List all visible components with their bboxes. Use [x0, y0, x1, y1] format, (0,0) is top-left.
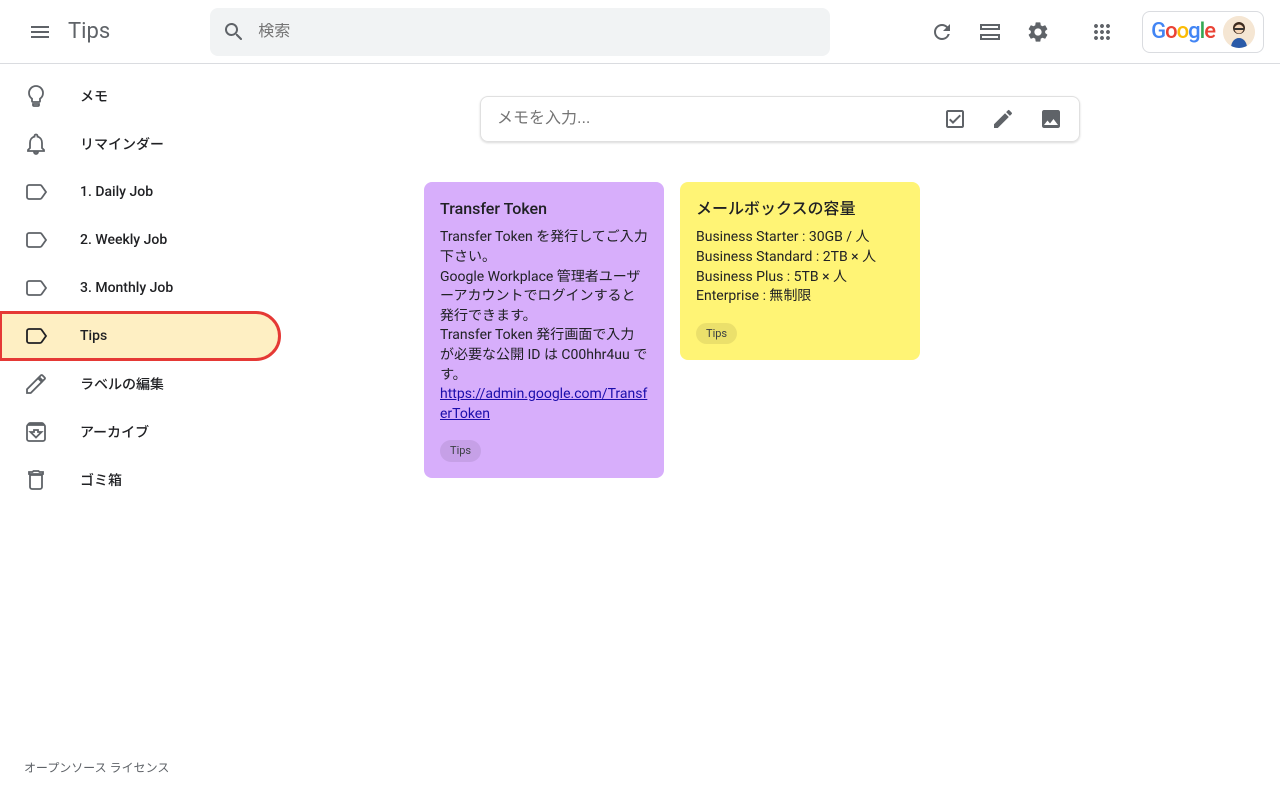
sidebar-item-daily-job[interactable]: 1. Daily Job [0, 168, 280, 216]
sidebar-label: 1. Daily Job [80, 184, 153, 200]
sidebar-label: アーカイブ [80, 422, 149, 442]
gear-icon [1026, 20, 1050, 44]
header: Tips Google [0, 0, 1280, 64]
search-icon [222, 20, 246, 44]
sidebar-item-archive[interactable]: アーカイブ [0, 408, 280, 456]
sidebar-footer: オープンソース ライセンス [0, 741, 280, 800]
new-image-icon[interactable] [1039, 107, 1063, 131]
sidebar: メモ リマインダー 1. Daily Job 2. Weekly Job 3. … [0, 64, 280, 800]
label-icon [24, 180, 48, 204]
hamburger-icon [28, 20, 52, 44]
sidebar-item-trash[interactable]: ゴミ箱 [0, 456, 280, 504]
search-input[interactable] [258, 23, 818, 41]
apps-grid-icon [1090, 20, 1114, 44]
sidebar-label: Tips [80, 328, 107, 344]
sidebar-item-tips[interactable]: Tips [0, 312, 280, 360]
refresh-icon [930, 20, 954, 44]
main: Transfer Token Transfer Token を発行してご入力下さ… [280, 64, 1280, 800]
lightbulb-icon [24, 84, 48, 108]
sidebar-item-edit-labels[interactable]: ラベルの編集 [0, 360, 280, 408]
app-title: Tips [68, 19, 110, 44]
apps-button[interactable] [1082, 12, 1122, 52]
note-input[interactable] [497, 110, 943, 128]
avatar[interactable] [1223, 16, 1255, 48]
bell-icon [24, 132, 48, 156]
sidebar-label: 2. Weekly Job [80, 232, 167, 248]
settings-button[interactable] [1018, 12, 1058, 52]
sidebar-label: ラベルの編集 [80, 374, 164, 394]
sidebar-item-monthly-job[interactable]: 3. Monthly Job [0, 264, 280, 312]
note-title: メールボックスの容量 [696, 198, 904, 220]
google-logo: Google [1151, 19, 1215, 44]
sidebar-label: 3. Monthly Job [80, 280, 173, 296]
note-body: Business Starter : 30GB / 人 Business Sta… [696, 228, 904, 306]
sidebar-label: ゴミ箱 [80, 470, 122, 490]
new-drawing-icon[interactable] [991, 107, 1015, 131]
sidebar-item-reminders[interactable]: リマインダー [0, 120, 280, 168]
sidebar-item-weekly-job[interactable]: 2. Weekly Job [0, 216, 280, 264]
header-actions: Google [922, 11, 1264, 53]
label-icon [24, 324, 48, 348]
notes-grid: Transfer Token Transfer Token を発行してご入力下さ… [304, 182, 1256, 478]
google-account-box[interactable]: Google [1142, 11, 1264, 53]
archive-icon [24, 420, 48, 444]
sidebar-item-notes[interactable]: メモ [0, 72, 280, 120]
new-checklist-icon[interactable] [943, 107, 967, 131]
sidebar-label: リマインダー [80, 134, 164, 154]
refresh-button[interactable] [922, 12, 962, 52]
note-tag[interactable]: Tips [440, 440, 481, 461]
list-view-icon [978, 20, 1002, 44]
trash-icon [24, 468, 48, 492]
search-box[interactable] [210, 8, 830, 56]
note-card[interactable]: Transfer Token Transfer Token を発行してご入力下さ… [424, 182, 664, 478]
label-icon [24, 276, 48, 300]
note-card[interactable]: メールボックスの容量 Business Starter : 30GB / 人 B… [680, 182, 920, 360]
opensource-license-link[interactable]: オープンソース ライセンス [24, 761, 169, 775]
label-icon [24, 228, 48, 252]
list-view-button[interactable] [970, 12, 1010, 52]
note-body: Transfer Token を発行してご入力下さい。 Google Workp… [440, 228, 648, 424]
pencil-icon [24, 372, 48, 396]
note-input-bar[interactable] [480, 96, 1080, 142]
sidebar-label: メモ [80, 86, 108, 106]
note-tag[interactable]: Tips [696, 323, 737, 344]
avatar-icon [1223, 16, 1255, 48]
note-title: Transfer Token [440, 198, 648, 220]
note-link[interactable]: https://admin.google.com/TransferToken [440, 386, 647, 422]
menu-button[interactable] [16, 8, 64, 56]
